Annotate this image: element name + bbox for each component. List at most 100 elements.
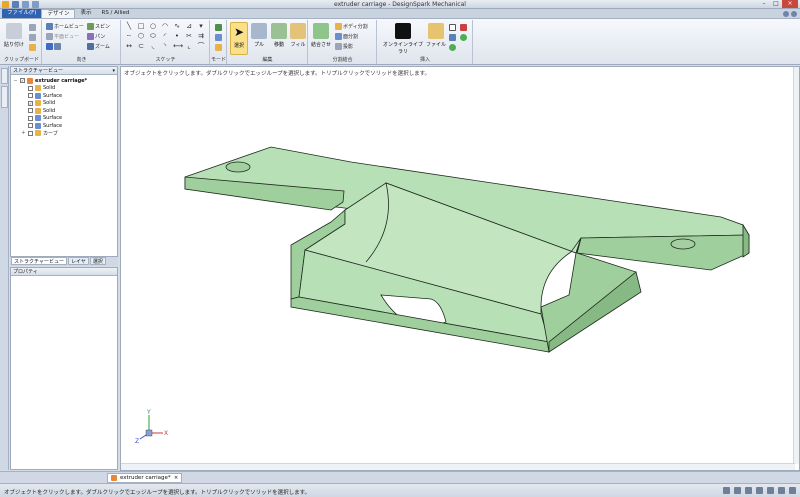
tree-item-checkbox[interactable] (28, 130, 33, 136)
rectangle-icon[interactable]: □ (137, 22, 145, 30)
close-button[interactable]: × (782, 0, 798, 8)
viewport-horizontal-scrollbar[interactable] (121, 463, 795, 470)
sketch-more-icon[interactable]: ▾ (197, 22, 205, 30)
paste-button[interactable]: 貼り付け (4, 22, 24, 55)
image-icon[interactable] (460, 24, 467, 31)
mounting-hole-left[interactable] (225, 161, 251, 173)
bend-icon[interactable]: ⌒ (197, 42, 205, 50)
collapse-icon[interactable]: − (13, 78, 18, 84)
tab-design[interactable]: デザイン (41, 9, 76, 18)
move-button[interactable]: 移動 (269, 22, 289, 55)
three-point-arc-icon[interactable]: ◜ (161, 32, 169, 40)
arc-icon[interactable]: ◠ (161, 22, 169, 30)
insert-file-button[interactable]: ファイル (426, 22, 446, 55)
document-tab-label: extruder carriage* (120, 474, 171, 481)
sketch-mode-icon[interactable] (215, 24, 222, 31)
lighting-icon[interactable] (789, 487, 796, 494)
design-viewport[interactable]: オブジェクトをクリックします。ダブルクリックでエッジループを選択します。トリプル… (120, 66, 800, 471)
redo-status-icon[interactable] (745, 487, 752, 494)
tree-item-checkbox[interactable] (28, 115, 33, 121)
side-tab-structure[interactable] (1, 68, 8, 84)
tree-item-checkbox[interactable] (28, 93, 33, 99)
tree-item[interactable]: Solid (13, 85, 117, 93)
point-icon[interactable]: • (173, 32, 181, 40)
split-body-button[interactable]: ボディ分割 (335, 23, 368, 30)
split-face-button[interactable]: 面分割 (335, 33, 358, 40)
select-button[interactable]: ➤ 選択 (230, 22, 248, 55)
snap-icon[interactable] (723, 487, 730, 494)
tree-root[interactable]: − ✓ extruder carriage* (13, 77, 117, 85)
display-style-icon[interactable] (767, 487, 774, 494)
home-view-button[interactable]: ホームビュー (46, 23, 84, 30)
part-model[interactable] (121, 67, 793, 462)
mounting-hole-right[interactable] (670, 238, 696, 250)
tree-item[interactable]: + カーブ (13, 130, 117, 138)
tree-item[interactable]: Surface (13, 115, 117, 123)
document-close-icon[interactable]: × (174, 474, 179, 483)
trim-icon[interactable]: ✂ (185, 32, 193, 40)
options-icon[interactable] (791, 10, 797, 17)
tab-display[interactable]: 表示 (75, 9, 96, 18)
line-icon[interactable]: ╲ (125, 22, 133, 30)
combine-button[interactable]: 結合させ (311, 22, 331, 55)
online-library-button[interactable]: オンラインライブラリ (382, 22, 424, 55)
select-mode-icon[interactable] (756, 487, 763, 494)
fillet-sketch-icon[interactable]: ◟ (149, 42, 157, 50)
render-icon[interactable] (778, 487, 785, 494)
pin-icon[interactable]: ▾ (112, 67, 115, 75)
sweep-arc-icon[interactable]: ◝ (161, 42, 169, 50)
expand-icon[interactable]: + (21, 130, 26, 136)
view-cube-button[interactable] (46, 43, 61, 50)
tree-item-label: Surface (43, 122, 63, 129)
tree-item[interactable]: Surface (13, 122, 117, 130)
create-corner-icon[interactable]: ⌞ (185, 42, 193, 50)
tree-item-checkbox[interactable] (28, 108, 33, 114)
part-right-end[interactable] (742, 223, 750, 258)
ellipse-icon[interactable]: ⬭ (149, 32, 157, 40)
section-mode-icon[interactable] (215, 34, 222, 41)
help-icon[interactable] (783, 10, 789, 17)
tree-item[interactable]: Surface (13, 92, 117, 100)
side-tab-display[interactable] (1, 86, 8, 108)
pull-button[interactable]: プル (249, 22, 269, 55)
zoom-button[interactable]: ズーム (87, 43, 110, 50)
document-tab[interactable]: extruder carriage* × (107, 473, 183, 483)
tree-item[interactable]: ✓ Solid (13, 100, 117, 108)
tree-item-checkbox[interactable] (28, 123, 33, 129)
viewport-vertical-scrollbar[interactable] (793, 67, 799, 464)
tab-file[interactable]: ファイル(F) (2, 9, 42, 18)
plane-view-button[interactable]: 平面ビュー (46, 33, 79, 40)
project-button[interactable]: 投影 (335, 43, 353, 50)
polygon-icon[interactable]: ⬡ (137, 32, 145, 40)
tab-selection[interactable]: 選択 (89, 257, 106, 265)
sphere-icon[interactable] (460, 34, 467, 41)
origin-icon[interactable] (449, 44, 456, 51)
tree-item[interactable]: Solid (13, 107, 117, 115)
copy-icon[interactable] (29, 34, 36, 41)
cut-icon[interactable] (29, 24, 36, 31)
construction-line-icon[interactable]: ┄ (125, 32, 133, 40)
format-painter-icon[interactable] (29, 44, 36, 51)
tree-root-checkbox[interactable]: ✓ (20, 78, 25, 84)
mirror-icon[interactable]: ⟷ (173, 42, 183, 50)
offset-icon[interactable]: ⇉ (197, 32, 205, 40)
slot-icon[interactable]: ⊂ (137, 42, 145, 50)
dimension-icon[interactable]: ↔ (125, 42, 133, 50)
tree-item-checkbox[interactable]: ✓ (28, 100, 33, 106)
circle-icon[interactable]: ○ (149, 22, 157, 30)
minimize-button[interactable]: – (758, 0, 770, 8)
spline-icon[interactable]: ∿ (173, 22, 181, 30)
spin-button[interactable]: スピン (87, 23, 110, 30)
tab-structure-view[interactable]: ストラクチャービュー (11, 257, 67, 265)
fill-button[interactable]: フィル (288, 22, 308, 55)
tab-allied[interactable]: RS / Allied (97, 9, 135, 18)
tangent-line-icon[interactable]: ⊿ (185, 22, 193, 30)
plane-icon[interactable] (449, 24, 456, 31)
tab-layers[interactable]: レイヤ (67, 257, 89, 265)
tree-item-checkbox[interactable] (28, 85, 33, 91)
3d-mode-icon[interactable] (215, 44, 222, 51)
axis-icon[interactable] (449, 34, 456, 41)
maximize-button[interactable]: □ (770, 0, 782, 8)
pan-button[interactable]: パン (87, 33, 105, 40)
undo-status-icon[interactable] (734, 487, 741, 494)
